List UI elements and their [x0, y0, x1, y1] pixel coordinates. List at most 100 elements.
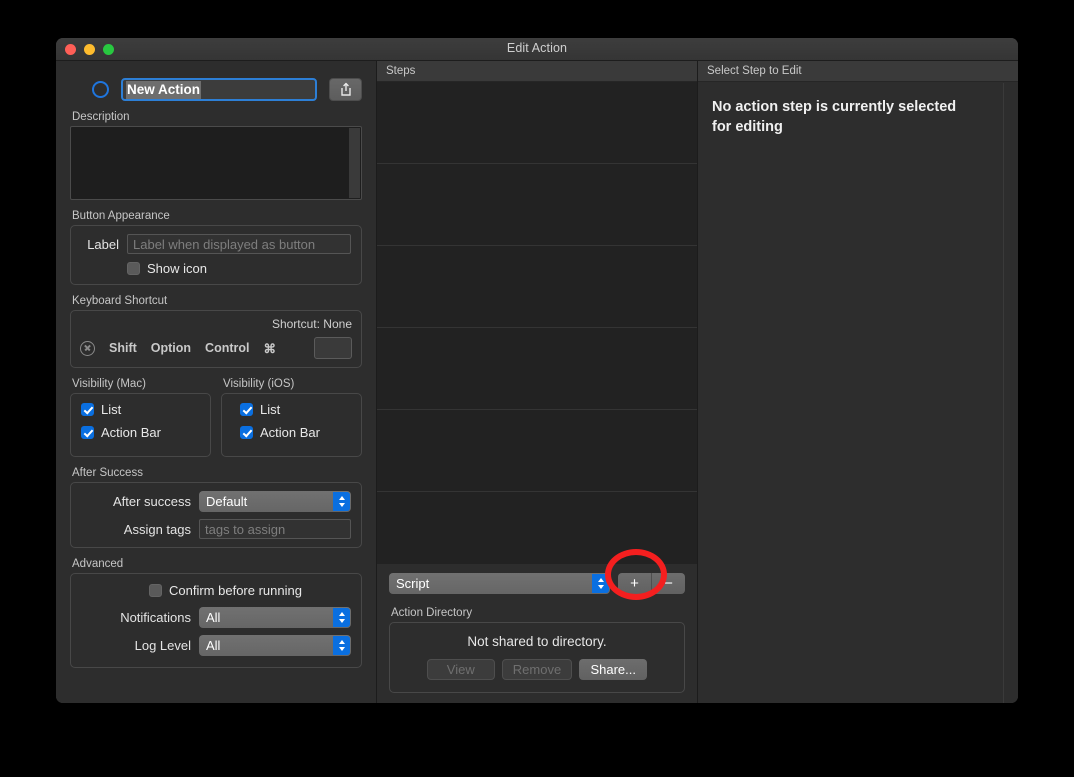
chevron-updown-icon: [333, 636, 350, 655]
steps-toolbar-area: Script + − Action Directory Not shared t…: [377, 564, 697, 703]
confirm-before-running-label: Confirm before running: [169, 583, 302, 598]
action-directory-buttons: View Remove Share...: [400, 659, 674, 680]
visibility-section: Visibility (Mac) List Action Bar Visibil…: [70, 378, 362, 457]
shortcut-key-input[interactable]: [314, 337, 352, 359]
advanced-group: Confirm before running Notifications All: [70, 573, 362, 668]
after-success-select[interactable]: Default: [199, 491, 351, 512]
chevron-updown-icon: [333, 608, 350, 627]
show-icon-checkbox[interactable]: [127, 262, 140, 275]
share-icon: [340, 82, 351, 96]
steps-panel: Steps Script + − Action Directory Not sh…: [377, 61, 698, 703]
step-editor-panel: Select Step to Edit No action step is cu…: [698, 61, 1018, 703]
action-directory-status: Not shared to directory.: [467, 634, 607, 649]
action-name-input[interactable]: New Action: [121, 78, 317, 101]
after-success-value: Default: [206, 494, 248, 509]
share-directory-button[interactable]: Share...: [579, 659, 648, 680]
visibility-mac-list-label: List: [101, 402, 122, 417]
notifications-row: Notifications All: [81, 607, 351, 628]
chevron-updown-icon: [592, 574, 609, 593]
action-directory-label: Action Directory: [391, 607, 473, 619]
remove-button[interactable]: Remove: [501, 659, 573, 680]
remove-step-button[interactable]: −: [651, 573, 685, 594]
visibility-mac-actionbar-checkbox[interactable]: [81, 426, 94, 439]
steps-toolbar: Script + −: [389, 573, 685, 594]
button-label-placeholder: Label when displayed as button: [133, 236, 316, 252]
keyboard-shortcut-group: Shortcut: None Shift Option Control ⌘: [70, 310, 362, 368]
chevron-updown-icon: [333, 492, 350, 511]
advanced-label: Advanced: [72, 558, 124, 570]
visibility-ios-actionbar-label: Action Bar: [260, 425, 320, 440]
visibility-ios-list-label: List: [260, 402, 281, 417]
modifier-option[interactable]: Option: [151, 341, 191, 355]
shortcut-modifier-row: Shift Option Control ⌘: [80, 337, 352, 359]
keyboard-shortcut-label: Keyboard Shortcut: [72, 295, 168, 307]
window-body: New Action Description Button Appearance…: [56, 61, 1018, 703]
visibility-ios-actionbar-row[interactable]: Action Bar: [240, 425, 351, 440]
steps-list[interactable]: [377, 82, 697, 564]
show-icon-label: Show icon: [147, 261, 207, 276]
visibility-mac-col: Visibility (Mac) List Action Bar: [70, 378, 211, 457]
visibility-ios-actionbar-checkbox[interactable]: [240, 426, 253, 439]
notifications-select[interactable]: All: [199, 607, 351, 628]
no-step-selected-message: No action step is currently selected for…: [712, 99, 957, 135]
notifications-value: All: [206, 610, 221, 625]
visibility-mac-group: List Action Bar: [70, 393, 211, 457]
assign-tags-row: Assign tags tags to assign: [81, 519, 351, 539]
visibility-mac-list-checkbox[interactable]: [81, 403, 94, 416]
visibility-mac-list-row[interactable]: List: [81, 402, 200, 417]
view-button[interactable]: View: [426, 659, 495, 680]
visibility-mac-actionbar-label: Action Bar: [101, 425, 161, 440]
visibility-ios-list-row[interactable]: List: [240, 402, 351, 417]
notifications-field-label: Notifications: [120, 610, 191, 625]
modifier-shift[interactable]: Shift: [109, 341, 137, 355]
log-level-select[interactable]: All: [199, 635, 351, 656]
step-type-value: Script: [396, 576, 430, 591]
modifier-command[interactable]: ⌘: [263, 341, 276, 356]
label-field-row: Label Label when displayed as button: [81, 234, 351, 254]
step-editor-content: No action step is currently selected for…: [698, 82, 1018, 137]
visibility-ios-group: List Action Bar: [221, 393, 362, 457]
clear-shortcut-icon[interactable]: [80, 340, 95, 356]
step-row[interactable]: [377, 82, 697, 164]
step-row[interactable]: [377, 492, 697, 564]
screen: Edit Action New Action Description Butto…: [0, 0, 1074, 777]
action-icon-well-icon[interactable]: [92, 81, 109, 98]
window-title: Edit Action: [506, 41, 568, 55]
visibility-ios-list-checkbox[interactable]: [240, 403, 253, 416]
show-icon-row[interactable]: Show icon: [81, 261, 351, 276]
visibility-mac-actionbar-row[interactable]: Action Bar: [81, 425, 200, 440]
label-field-label: Label: [87, 236, 119, 252]
step-row[interactable]: [377, 328, 697, 410]
modifier-control[interactable]: Control: [205, 341, 249, 355]
assign-tags-field-label: Assign tags: [123, 521, 191, 537]
step-editor-scrollbar[interactable]: [1003, 83, 1017, 703]
step-editor-header: Select Step to Edit: [698, 61, 1018, 82]
description-scrollbar[interactable]: [349, 128, 360, 198]
steps-header: Steps: [377, 61, 697, 82]
step-type-select[interactable]: Script: [389, 573, 610, 594]
button-appearance-label: Button Appearance: [72, 210, 170, 222]
action-name-value: New Action: [126, 80, 202, 99]
add-step-button[interactable]: +: [618, 573, 651, 594]
confirm-before-running-checkbox[interactable]: [149, 584, 162, 597]
assign-tags-input[interactable]: tags to assign: [199, 519, 351, 539]
log-level-row: Log Level All: [81, 635, 351, 656]
action-name-row: New Action: [70, 78, 362, 101]
log-level-value: All: [206, 638, 221, 653]
add-remove-segmented-control: + −: [618, 573, 685, 594]
button-label-input[interactable]: Label when displayed as button: [127, 234, 351, 254]
step-row[interactable]: [377, 410, 697, 492]
confirm-before-running-row[interactable]: Confirm before running: [81, 583, 351, 598]
shortcut-status: Shortcut: None: [271, 317, 352, 331]
assign-tags-placeholder: tags to assign: [205, 521, 286, 537]
visibility-mac-label: Visibility (Mac): [72, 378, 146, 390]
description-textarea[interactable]: [70, 126, 362, 200]
window-titlebar: Edit Action: [56, 38, 1018, 61]
after-success-row: After success Default: [81, 491, 351, 512]
action-settings-panel: New Action Description Button Appearance…: [56, 61, 377, 703]
visibility-ios-col: Visibility (iOS) List Action Bar: [221, 378, 362, 457]
visibility-ios-label: Visibility (iOS): [223, 378, 295, 390]
share-action-button[interactable]: [329, 78, 362, 101]
step-row[interactable]: [377, 246, 697, 328]
step-row[interactable]: [377, 164, 697, 246]
